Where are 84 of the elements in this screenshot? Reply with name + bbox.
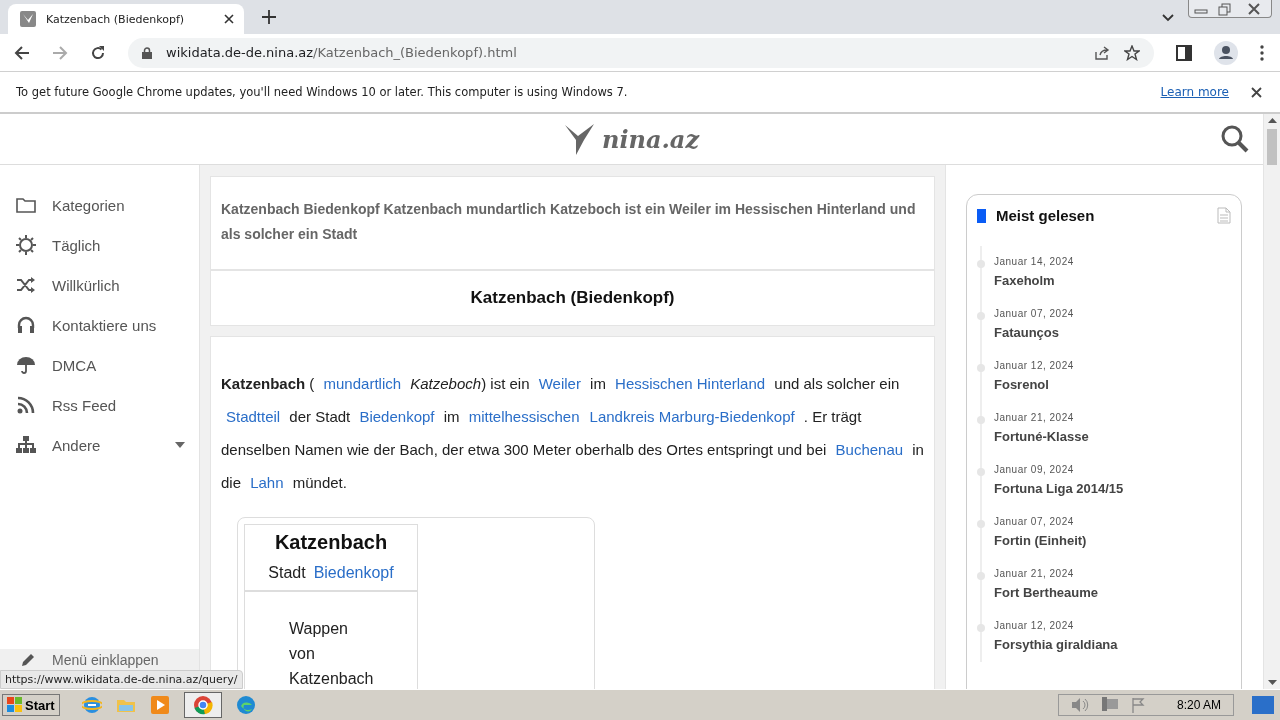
- window-controls[interactable]: [1188, 0, 1272, 18]
- infobox-title: Katzenbach: [273, 531, 389, 554]
- reload-icon[interactable]: [90, 44, 106, 61]
- network-icon[interactable]: [1100, 697, 1119, 713]
- star-icon[interactable]: [1124, 44, 1140, 61]
- article-paragraph: Katzenbach ( mundartlich Katzeboch) ist ein Weiler im Hessischen Hinterland und als solcher ein Stadtteil der Stadt Biedenkopf im mittelhessischen Landkreis Marburg-Biedenkopf . Er trägt denselben Namen wie der Bach, der etwa 300 Meter oberhalb des Ortes entspringt und bei Buchenau in die Lahn mündet.: [221, 374, 925, 493]
- article-link[interactable]: Weiler: [533, 375, 586, 392]
- scroll-down-icon[interactable]: [1267, 680, 1277, 685]
- sitemap-icon: [16, 435, 36, 455]
- article-link[interactable]: Fortuné-Klasse: [994, 429, 1231, 444]
- learn-more-link[interactable]: Learn more: [1160, 85, 1229, 99]
- article-link[interactable]: Hessischen Hinterland: [610, 375, 771, 392]
- sidebar-item[interactable]: Willkürlich: [0, 265, 199, 305]
- scrollbar-thumb[interactable]: [1267, 129, 1277, 165]
- chevron-down-icon[interactable]: [1162, 14, 1174, 22]
- collapse-menu-button[interactable]: Menü einklappen: [0, 649, 199, 671]
- article-link[interactable]: Landkreis Marburg-Biedenkopf: [584, 408, 800, 425]
- article-date: Januar 14, 2024: [994, 256, 1075, 267]
- tab-title: Katzenbach (Biedenkopf): [46, 12, 186, 26]
- infobox-link[interactable]: Biedenkopf: [305, 564, 394, 581]
- share-icon[interactable]: [1094, 44, 1110, 61]
- article-date: Januar 07, 2024: [994, 516, 1075, 527]
- article-title: Katzenbach (Biedenkopf): [469, 287, 676, 309]
- shuffle-icon: [16, 275, 36, 295]
- windows-logo-icon: [7, 697, 23, 713]
- folder-icon: [16, 195, 36, 215]
- article-link[interactable]: Fosrenol: [994, 377, 1231, 392]
- clock: 8:20 AM: [1176, 698, 1221, 712]
- browser-tab[interactable]: Katzenbach (Biedenkopf): [8, 4, 244, 34]
- sidebar-item[interactable]: DMCA: [0, 345, 199, 385]
- article-link[interactable]: Fort Bertheaume: [994, 585, 1231, 600]
- article-date: Januar 07, 2024: [994, 308, 1075, 319]
- scrollbar[interactable]: [1263, 114, 1280, 689]
- start-button[interactable]: Start: [2, 694, 60, 716]
- article-date: Januar 21, 2024: [994, 412, 1075, 423]
- article-link[interactable]: Stadtteil: [221, 408, 286, 425]
- search-icon[interactable]: [1221, 125, 1249, 153]
- article-date: Januar 12, 2024: [994, 360, 1075, 371]
- lock-icon: [142, 46, 152, 59]
- article-link[interactable]: Faxeholm: [994, 273, 1231, 288]
- rss-icon: [16, 395, 36, 415]
- article-link[interactable]: Fortuna Liga 2014/15: [994, 481, 1231, 496]
- taskbar-button[interactable]: [183, 692, 222, 718]
- article-link[interactable]: Fortin (Einheit): [994, 533, 1231, 548]
- browser-e-icon[interactable]: [81, 695, 102, 715]
- address-bar[interactable]: wikidata.de-de.nina.az/Katzenbach_(Biedenkopf).html: [128, 37, 1154, 68]
- menu-icon[interactable]: [1260, 44, 1264, 61]
- article-date: Januar 09, 2024: [994, 464, 1075, 475]
- chrome-icon: [192, 695, 213, 715]
- site-logo[interactable]: nina.az: [601, 124, 700, 154]
- url-text: wikidata.de-de.nina.az/Katzenbach_(Biedenkopf).html: [166, 45, 517, 60]
- sidebar-item[interactable]: Andere: [0, 425, 199, 465]
- article-link[interactable]: Fataunços: [994, 325, 1231, 340]
- sun-icon: [16, 235, 36, 255]
- back-icon[interactable]: [14, 44, 30, 61]
- update-notice: To get future Google Chrome updates, you'll need Windows 10 or later. This computer is using Windows 7.: [16, 85, 628, 99]
- document-icon: [1217, 207, 1231, 224]
- sidebar-item[interactable]: Kontaktiere uns: [0, 305, 199, 345]
- collapse-menu-label: Menü einklappen: [52, 652, 159, 668]
- article-link[interactable]: mundartlich: [318, 375, 407, 392]
- scroll-up-icon[interactable]: [1267, 118, 1277, 123]
- article-link[interactable]: mittelhessischen: [463, 408, 585, 425]
- sidebar-item[interactable]: Rss Feed: [0, 385, 199, 425]
- plus-icon[interactable]: [262, 10, 276, 24]
- article-link[interactable]: Buchenau: [830, 441, 909, 458]
- heading-marker: [977, 208, 986, 223]
- article-summary: Katzenbach Biedenkopf Katzenbach mundartlich Katzeboch ist ein Weiler im Hessischen Hinterland und als solcher ein Stadt: [220, 200, 917, 244]
- close-icon[interactable]: [224, 14, 234, 24]
- article-link[interactable]: Forsythia giraldiana: [994, 637, 1231, 652]
- profile-icon[interactable]: [1214, 40, 1238, 65]
- article-link[interactable]: Lahn: [245, 474, 289, 491]
- sidebar-item[interactable]: Täglich: [0, 225, 199, 265]
- close-icon[interactable]: [1251, 86, 1262, 98]
- panel-title: Meist gelesen: [996, 207, 1095, 224]
- infobox-label: Stadt: [268, 564, 306, 581]
- pencil-icon: [20, 652, 36, 668]
- article-link[interactable]: Biedenkopf: [354, 408, 440, 425]
- sidebar-item[interactable]: Kategorien: [0, 185, 199, 225]
- side-panel-icon[interactable]: [1176, 44, 1192, 61]
- umbrella-icon: [16, 355, 36, 375]
- article-date: Januar 12, 2024: [994, 620, 1075, 631]
- article-date: Januar 21, 2024: [994, 568, 1075, 579]
- url-tooltip: https://www.wikidata.de-de.nina.az/query/: [0, 670, 243, 689]
- headset-icon: [16, 315, 36, 335]
